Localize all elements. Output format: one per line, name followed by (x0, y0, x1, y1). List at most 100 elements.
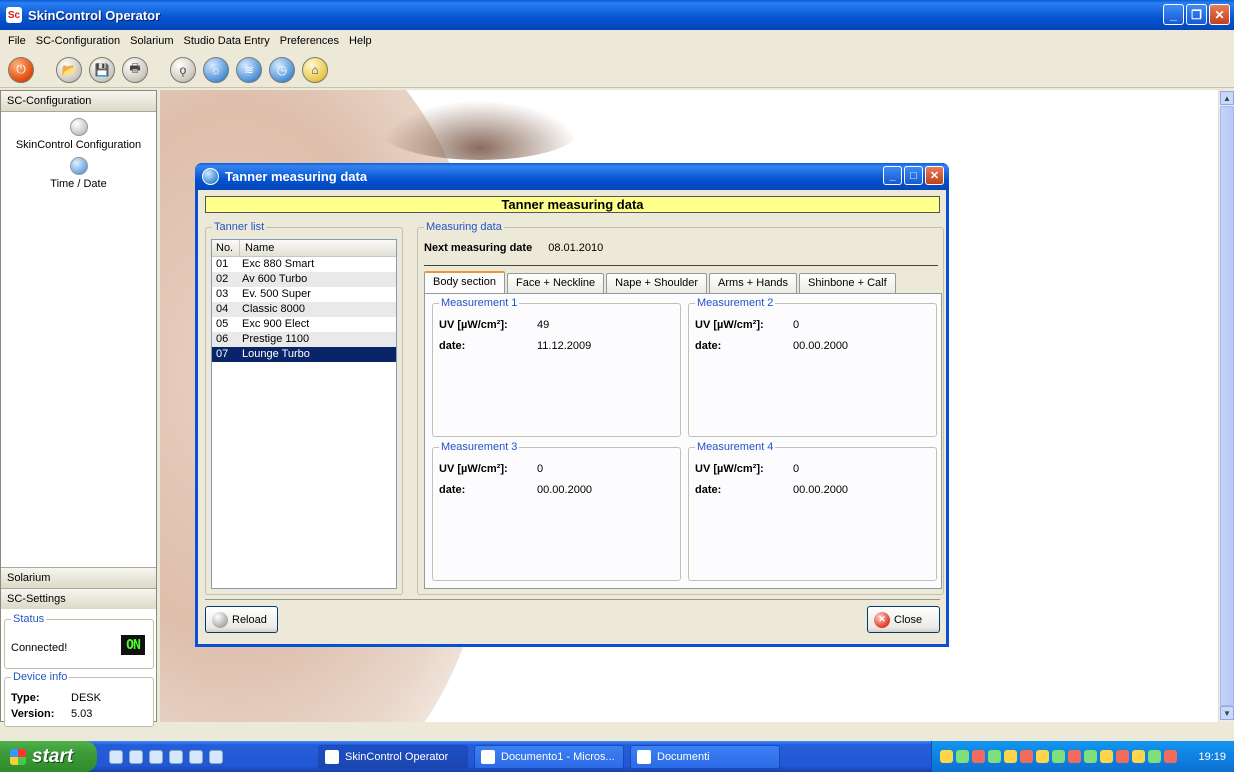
scroll-thumb[interactable] (1220, 106, 1234, 706)
probe-icon[interactable]: ǫ (170, 56, 196, 83)
dialog-minimize-button[interactable]: _ (883, 166, 902, 185)
list-item[interactable]: 04 Classic 8000 (212, 302, 396, 317)
menu-studio-data-entry[interactable]: Studio Data Entry (182, 33, 272, 49)
app-icon: Sc (6, 7, 22, 23)
list-item[interactable]: 02 Av 600 Turbo (212, 272, 396, 287)
menu-solarium[interactable]: Solarium (128, 33, 175, 49)
next-measuring-label: Next measuring date (424, 242, 533, 254)
tab-face-neckline[interactable]: Face + Neckline (506, 273, 605, 293)
tray-icon[interactable] (988, 750, 1001, 763)
taskbar: start SkinControl Operator Documento1 - … (0, 741, 1234, 772)
menu-file[interactable]: File (6, 33, 28, 49)
nav-time-date[interactable]: Time / Date (1, 157, 156, 190)
dialog-title: Tanner measuring data (225, 169, 368, 184)
clock-icon (69, 157, 88, 175)
tanner-list[interactable]: No. Name 01 Exc 880 Smart 02 Av 600 Turbo … (211, 239, 397, 589)
list-item[interactable]: 06 Prestige 1100 (212, 332, 396, 347)
tray-icon[interactable] (1132, 750, 1145, 763)
section-solarium[interactable]: Solarium (1, 567, 156, 588)
scroll-down-icon[interactable]: ▼ (1220, 706, 1234, 720)
menu-preferences[interactable]: Preferences (278, 33, 341, 49)
task-documenti[interactable]: Documenti (630, 745, 780, 769)
tanner-icon[interactable]: ☼ (203, 56, 229, 83)
nav-item-label: SkinControl Configuration (15, 139, 142, 151)
restore-button[interactable]: ❐ (1186, 4, 1207, 25)
start-button[interactable]: start (0, 741, 97, 772)
power-icon[interactable]: ⏻ (8, 56, 34, 83)
quick-launch-icon[interactable] (129, 749, 143, 764)
task-skincontrol[interactable]: SkinControl Operator (318, 745, 468, 769)
measuring-data-legend: Measuring data (424, 221, 504, 233)
open-icon[interactable]: 📂 (56, 56, 82, 83)
scroll-up-icon[interactable]: ▲ (1220, 91, 1234, 105)
dialog-maximize-button[interactable]: □ (904, 166, 923, 185)
folder-icon (637, 750, 651, 764)
tray-icon[interactable] (1148, 750, 1161, 763)
close-window-button[interactable]: ✕ (1209, 4, 1230, 25)
list-item[interactable]: 03 Ev. 500 Super (212, 287, 396, 302)
tray-icon[interactable] (1084, 750, 1097, 763)
quick-launch-icon[interactable] (169, 749, 183, 764)
tray-icon[interactable] (1068, 750, 1081, 763)
version-value: 5.03 (71, 708, 93, 720)
menu-bar: File SC-Configuration Solarium Studio Da… (0, 30, 1234, 52)
menu-help[interactable]: Help (347, 33, 374, 49)
tray-icon[interactable] (972, 750, 985, 763)
list-item-selected[interactable]: 07 Lounge Turbo (212, 347, 396, 362)
quick-launch-icon[interactable] (189, 749, 203, 764)
tray-icon[interactable] (1036, 750, 1049, 763)
column-no[interactable]: No. (212, 240, 240, 256)
list-item[interactable]: 01 Exc 880 Smart (212, 257, 396, 272)
solarium-icon[interactable]: ≋ (236, 56, 262, 83)
vertical-scrollbar[interactable]: ▲ ▼ (1218, 90, 1234, 722)
status-led: ON (121, 635, 145, 655)
dialog-close-icon[interactable]: ✕ (925, 166, 944, 185)
tray-icon[interactable] (1164, 750, 1177, 763)
tab-nape-shoulder[interactable]: Nape + Shoulder (606, 273, 708, 293)
quick-launch-icon[interactable] (209, 749, 223, 764)
tab-body-section[interactable]: Body section (424, 271, 505, 293)
nav-skincontrol-configuration[interactable]: SkinControl Configuration (1, 118, 156, 151)
toolbar: ⏻ 📂 💾 🖶 ǫ ☼ ≋ ◷ ⌂ (0, 52, 1234, 88)
connection-status: Connected! (11, 642, 68, 654)
task-documento[interactable]: Documento1 - Micros... (474, 745, 624, 769)
status-legend: Status (11, 613, 47, 625)
tab-arms-hands[interactable]: Arms + Hands (709, 273, 798, 293)
tray-icon[interactable] (1116, 750, 1129, 763)
tab-panel: Measurement 1 UV [µW/cm²]: 49 date: 11.12.… (424, 293, 942, 589)
reload-button[interactable]: Reload (205, 606, 278, 633)
measurement-4-date: 00.00.2000 (793, 484, 849, 496)
close-button[interactable]: ✕ Close (867, 606, 940, 633)
version-label: Version: (11, 708, 55, 720)
clock: 19:19 (1198, 750, 1226, 763)
column-name[interactable]: Name (240, 240, 274, 256)
dialog-banner: Tanner measuring data (205, 196, 940, 213)
tray-icon[interactable] (940, 750, 953, 763)
menu-sc-configuration[interactable]: SC-Configuration (34, 33, 122, 49)
section-tabs: Body section Face + Neckline Nape + Shou… (424, 271, 898, 293)
quick-launch-icon[interactable] (149, 749, 163, 764)
tray-icon[interactable] (1052, 750, 1065, 763)
quick-launch-icon[interactable] (109, 749, 123, 764)
save-icon[interactable]: 💾 (89, 56, 115, 83)
tray-icon[interactable] (956, 750, 969, 763)
close-icon: ✕ (874, 611, 890, 628)
word-icon (481, 750, 495, 764)
minimize-button[interactable]: _ (1163, 4, 1184, 25)
tanner-icon (202, 168, 219, 185)
home-icon[interactable]: ⌂ (302, 56, 328, 83)
print-icon[interactable]: 🖶 (122, 56, 148, 83)
system-tray: 19:19 (931, 741, 1234, 772)
list-item[interactable]: 05 Exc 900 Elect (212, 317, 396, 332)
tray-icon[interactable] (1004, 750, 1017, 763)
section-sc-settings[interactable]: SC-Settings (1, 588, 156, 609)
measurement-2-date: 00.00.2000 (793, 340, 849, 352)
clock-icon[interactable]: ◷ (269, 56, 295, 83)
tray-icon[interactable] (1020, 750, 1033, 763)
tab-shinbone-calf[interactable]: Shinbone + Calf (799, 273, 896, 293)
tray-icon[interactable] (1100, 750, 1113, 763)
tanner-dialog: Tanner measuring data _ □ ✕ Tanner measu… (195, 163, 949, 647)
sc-configuration-header[interactable]: SC-Configuration (1, 91, 156, 112)
measurement-3-date: 00.00.2000 (537, 484, 593, 496)
measurement-1-uv: 49 (537, 319, 550, 331)
